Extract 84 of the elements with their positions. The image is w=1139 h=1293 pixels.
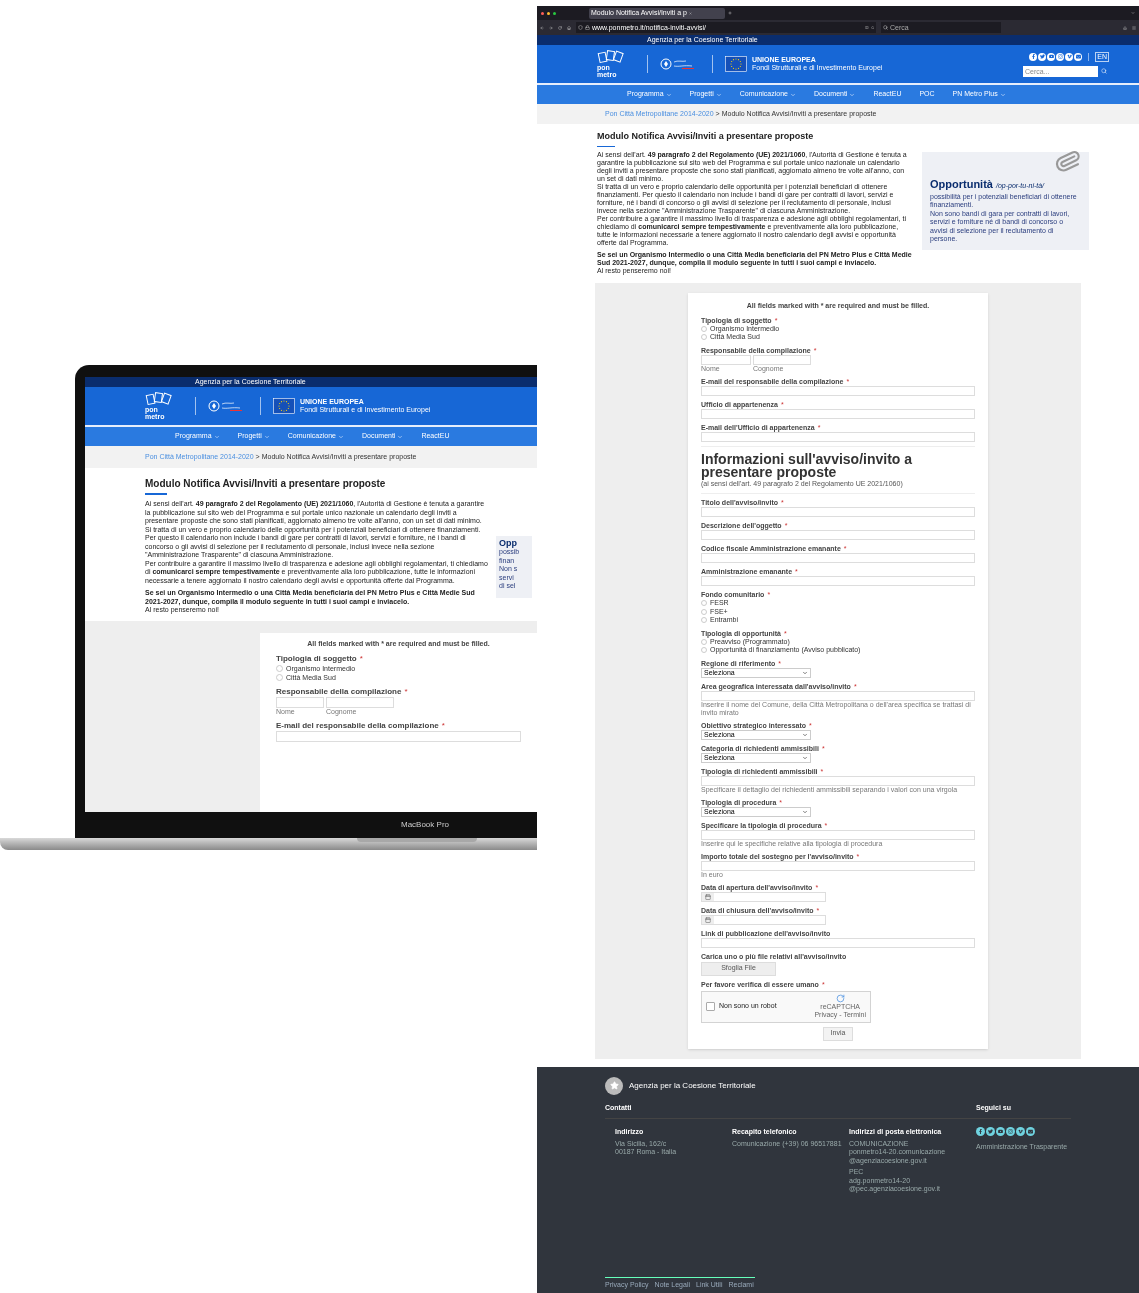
section-heading: Informazioni sull'avviso/invito a presentare proposte (701, 452, 914, 479)
social-icon[interactable] (996, 1127, 1005, 1136)
caret-icon (802, 808, 808, 815)
text-input[interactable] (701, 507, 975, 517)
required-mark: * (404, 687, 408, 697)
social-icon[interactable] (1047, 52, 1056, 61)
radio-button[interactable] (276, 674, 283, 681)
text-input[interactable] (701, 775, 975, 786)
radio-button[interactable] (276, 665, 283, 672)
required-mark: * (441, 721, 445, 731)
text-input[interactable] (701, 431, 975, 442)
text-input[interactable] (276, 731, 521, 742)
caret-icon (337, 433, 344, 440)
field-label: Tipologia di soggetto (276, 654, 357, 664)
page-title: Modulo Notifica Avvisi/Inviti a presentare proposte (145, 477, 387, 491)
social-icon[interactable] (976, 1127, 985, 1136)
cards-logo-icon (597, 50, 627, 64)
page-title: Modulo Notifica Avvisi/Inviti a presentare proposte (597, 130, 815, 143)
social-icon[interactable] (1038, 52, 1047, 61)
date-field[interactable] (701, 891, 826, 902)
radio-button[interactable] (701, 608, 707, 615)
caret-icon (213, 433, 220, 440)
caret-icon (802, 731, 808, 738)
box-text: Opp (499, 538, 518, 548)
captcha-logo-icon (835, 994, 845, 1003)
radio-button[interactable] (701, 325, 707, 332)
calendar-icon (705, 893, 711, 900)
social-icon[interactable] (1056, 52, 1065, 61)
emblem-icon (605, 1076, 623, 1095)
text-input[interactable] (701, 576, 975, 586)
text-input[interactable] (701, 385, 975, 396)
caret-icon (263, 433, 270, 440)
search-icon (883, 25, 888, 30)
lock-icon (585, 25, 590, 30)
text-input[interactable] (326, 697, 394, 708)
text-input[interactable] (701, 829, 975, 840)
box-title: Opportunità (930, 177, 993, 192)
text-input[interactable] (701, 354, 751, 365)
radio-button[interactable] (701, 617, 707, 624)
tab-list-icon[interactable] (1131, 11, 1135, 15)
radio-button[interactable] (701, 647, 707, 654)
social-icon[interactable] (1016, 1127, 1025, 1136)
caret-icon (999, 91, 1006, 98)
social-icon[interactable] (1065, 52, 1074, 61)
new-tab-icon[interactable] (728, 11, 732, 15)
date-field[interactable] (701, 914, 826, 925)
caret-icon (802, 754, 808, 761)
reader-icon[interactable] (865, 25, 869, 30)
social-icon[interactable] (1074, 52, 1083, 61)
eu-flag-icon (725, 56, 747, 72)
social-icon[interactable] (1006, 1127, 1015, 1136)
caret-icon (802, 669, 808, 676)
text-input[interactable] (276, 697, 324, 708)
caret-icon (715, 91, 722, 98)
field-label: E-mail del responsabile della compilazione (276, 721, 439, 731)
caret-icon (849, 91, 856, 98)
text-input[interactable] (701, 553, 975, 563)
radio-button[interactable] (701, 638, 707, 645)
text-input[interactable] (701, 408, 975, 419)
required-mark: * (359, 654, 363, 664)
home-icon[interactable] (567, 25, 571, 30)
cards-logo-icon (145, 392, 175, 406)
text-input[interactable] (753, 354, 811, 365)
caret-icon (789, 91, 796, 98)
device-label: MacBook Pro (400, 819, 449, 831)
social-icon[interactable] (1026, 1127, 1035, 1136)
shield-icon (578, 25, 583, 30)
text-input[interactable] (701, 937, 975, 948)
social-icon[interactable] (1029, 52, 1038, 61)
caret-icon (397, 433, 404, 440)
eu-flag-icon (273, 398, 295, 414)
calendar-icon (705, 916, 711, 923)
footer-agency-name: Agenzia per la Coesione Territoriale (629, 1079, 756, 1092)
reload-icon[interactable] (558, 25, 562, 30)
caret-icon (665, 91, 672, 98)
text-input[interactable] (701, 690, 975, 701)
field-label: Responsabile della compilazione (276, 687, 402, 697)
social-icon[interactable] (986, 1127, 995, 1136)
radio-button[interactable] (701, 600, 707, 607)
text-input[interactable] (701, 530, 975, 540)
download-icon[interactable] (1123, 25, 1127, 30)
captcha-checkbox[interactable] (706, 1002, 715, 1011)
text-input[interactable] (701, 860, 975, 871)
radio-button[interactable] (701, 334, 707, 341)
